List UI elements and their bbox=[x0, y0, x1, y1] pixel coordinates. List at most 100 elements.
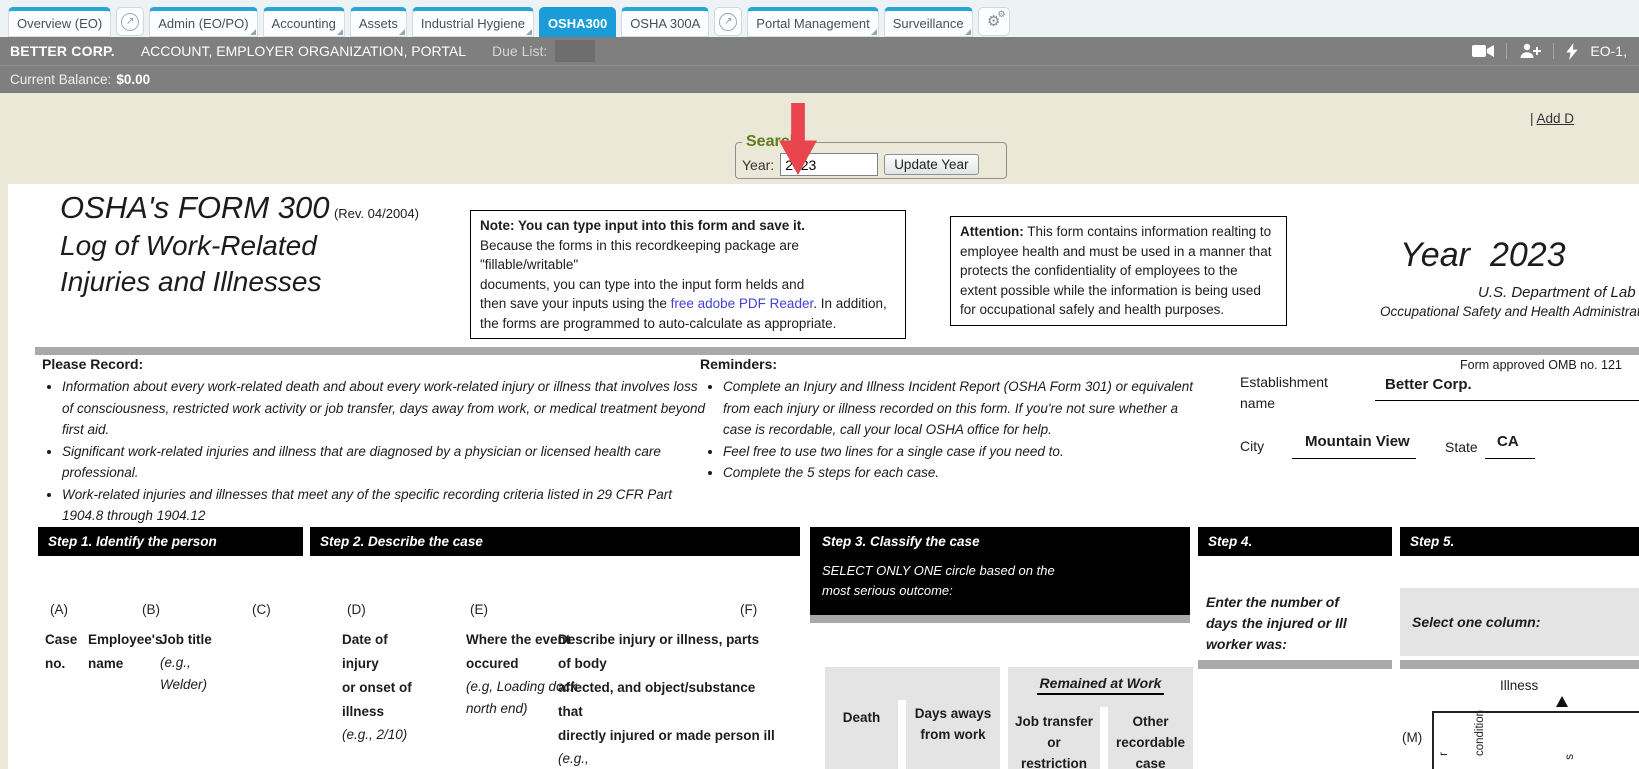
administration-line: Occupational Safety and Health Administr… bbox=[1380, 304, 1639, 319]
reminders-list: Complete an Injury and Illness Incident … bbox=[705, 376, 1203, 484]
step2-header: Step 2. Describe the case bbox=[310, 527, 800, 556]
dropdown-corner-icon bbox=[337, 29, 343, 35]
overview-external-link-button[interactable]: ↗ bbox=[116, 7, 144, 36]
column-letter-d: (D) bbox=[347, 602, 366, 617]
dropdown-corner-icon bbox=[399, 29, 405, 35]
toolbar-icons: EO-1, bbox=[1472, 43, 1629, 60]
illness-column-condition: condition bbox=[1474, 710, 1486, 756]
add-link-row: | Add D bbox=[1530, 111, 1574, 126]
please-record-heading: Please Record: bbox=[42, 356, 143, 372]
city-label: City bbox=[1240, 436, 1264, 457]
column-describe-injury: Describe injury or illness, parts of bod… bbox=[558, 628, 775, 769]
balance-label: Current Balance: bbox=[10, 72, 111, 87]
column-letter-a: (A) bbox=[50, 602, 68, 617]
reminders-heading: Reminders: bbox=[700, 356, 777, 372]
tab-assets[interactable]: Assets bbox=[350, 7, 407, 37]
column-letter-f: (F) bbox=[740, 602, 757, 617]
tab-label: OSHA300 bbox=[548, 16, 607, 31]
person-add-icon[interactable] bbox=[1519, 43, 1541, 59]
list-item: Work-related injuries and illnesses that… bbox=[62, 484, 707, 527]
step3-header: Step 3. Classify the case SELECT ONLY ON… bbox=[810, 527, 1190, 615]
tab-osha300a[interactable]: OSHA 300A bbox=[621, 7, 709, 37]
dropdown-corner-icon bbox=[250, 29, 256, 35]
illness-column-fragment: s bbox=[1564, 754, 1576, 760]
form-subtitle: Log of Work-Related Injuries and Illness… bbox=[60, 228, 321, 300]
state-value: CA bbox=[1497, 433, 1519, 450]
note-heading: Note: You can type input into this form … bbox=[480, 218, 805, 233]
department-line: U.S. Department of Lab bbox=[1478, 284, 1636, 301]
column-date-of-injury: Date of injury or onset of illness (e.g.… bbox=[342, 628, 412, 746]
dropdown-corner-icon bbox=[871, 29, 877, 35]
remained-at-work-heading: Remained at Work bbox=[1008, 675, 1193, 695]
separator bbox=[1553, 43, 1554, 59]
tab-label: OSHA 300A bbox=[630, 16, 700, 31]
column-gap bbox=[898, 700, 906, 769]
illness-column-fragment: r bbox=[1438, 752, 1450, 756]
osha-form-300: OSHA's FORM 300 (Rev. 04/2004) Log of Wo… bbox=[8, 184, 1639, 769]
step5-header: Step 5. bbox=[1400, 527, 1639, 556]
form-title: OSHA's FORM 300 bbox=[60, 190, 329, 225]
tab-label: Accounting bbox=[272, 16, 336, 31]
arrow-up-right-icon: ↗ bbox=[719, 13, 737, 31]
establishment-value: Better Corp. bbox=[1385, 376, 1472, 393]
tab-label: Assets bbox=[359, 16, 398, 31]
tab-industrial-hygiene[interactable]: Industrial Hygiene bbox=[412, 7, 534, 37]
job-transfer-column-label: Job transfer or restriction bbox=[1008, 711, 1100, 769]
section-divider bbox=[35, 347, 1639, 355]
list-item: Complete the 5 steps for each case. bbox=[723, 462, 1203, 484]
settings-button[interactable]: ⚙⚙ bbox=[978, 7, 1010, 36]
form-year: Year2023 bbox=[1400, 236, 1566, 275]
city-underline bbox=[1292, 458, 1416, 459]
establishment-label: Establishment name bbox=[1240, 372, 1328, 414]
tab-overview-eo[interactable]: Overview (EO) bbox=[8, 7, 111, 37]
year-label: Year: bbox=[742, 157, 774, 173]
osha300a-external-link-button[interactable]: ↗ bbox=[714, 7, 742, 36]
list-item: Information about every work-related dea… bbox=[62, 376, 707, 441]
tab-portal-management[interactable]: Portal Management bbox=[747, 7, 878, 37]
classify-box-remained: Remained at Work Job transfer or restric… bbox=[1008, 667, 1193, 769]
due-list-box[interactable] bbox=[555, 40, 595, 62]
lightning-bolt-icon[interactable] bbox=[1566, 43, 1578, 60]
note-line: the forms are programmed to auto-calcula… bbox=[480, 314, 896, 334]
gear-icon: ⚙ bbox=[998, 10, 1006, 19]
balance-value: $0.00 bbox=[116, 72, 150, 87]
tab-label: Overview (EO) bbox=[17, 16, 102, 31]
list-item: Significant work-related injuries and il… bbox=[62, 441, 707, 484]
company-name: BETTER CORP. bbox=[10, 43, 115, 59]
dropdown-corner-icon bbox=[526, 29, 532, 35]
list-item: Feel free to use two lines for a single … bbox=[723, 441, 1203, 463]
add-link[interactable]: Add D bbox=[1537, 111, 1575, 126]
step4-header: Step 4. bbox=[1198, 527, 1392, 556]
column-gap bbox=[1100, 707, 1108, 769]
days-away-column-label: Days aways from work bbox=[906, 703, 1000, 745]
note-line: documents, you can type into the input f… bbox=[480, 275, 896, 295]
step1-header: Step 1. Identify the person bbox=[38, 527, 303, 556]
context-bar: BETTER CORP. ACCOUNT, EMPLOYER ORGANIZAT… bbox=[0, 37, 1639, 66]
update-year-button[interactable]: Update Year bbox=[884, 154, 978, 175]
column-employee-name: Employee's name bbox=[88, 628, 163, 676]
column-letter-e: (E) bbox=[470, 602, 488, 617]
balance-bar: Current Balance: $0.00 bbox=[0, 66, 1639, 93]
list-item: Complete an Injury and Illness Incident … bbox=[723, 376, 1203, 441]
step4-instructions: Enter the number of days the injured or … bbox=[1206, 592, 1347, 655]
dropdown-corner-icon bbox=[965, 29, 971, 35]
attention-box: Attention: This form contains informatio… bbox=[950, 216, 1287, 326]
tab-label: Surveillance bbox=[893, 16, 964, 31]
pdf-reader-link[interactable]: free adobe PDF Reader bbox=[671, 296, 814, 311]
city-value: Mountain View bbox=[1305, 433, 1410, 450]
separator bbox=[1506, 43, 1507, 59]
illness-pointer-icon bbox=[1556, 696, 1568, 707]
context-label: ACCOUNT, EMPLOYER ORGANIZATION, PORTAL bbox=[141, 43, 466, 59]
tab-surveillance[interactable]: Surveillance bbox=[884, 7, 973, 37]
illness-label: Illness bbox=[1500, 678, 1538, 693]
app-window: Overview (EO) ↗ Admin (EO/PO) Accounting… bbox=[0, 0, 1639, 769]
step5-divider bbox=[1400, 660, 1639, 669]
note-box: Note: You can type input into this form … bbox=[470, 210, 906, 339]
video-camera-icon[interactable] bbox=[1472, 44, 1494, 58]
tab-bar: Overview (EO) ↗ Admin (EO/PO) Accounting… bbox=[0, 0, 1639, 37]
tab-admin-eo-po[interactable]: Admin (EO/PO) bbox=[149, 7, 257, 37]
tab-osha300[interactable]: OSHA300 bbox=[539, 7, 616, 37]
step3-divider bbox=[810, 615, 1190, 623]
tab-accounting[interactable]: Accounting bbox=[263, 7, 345, 37]
step4-divider bbox=[1198, 660, 1392, 669]
